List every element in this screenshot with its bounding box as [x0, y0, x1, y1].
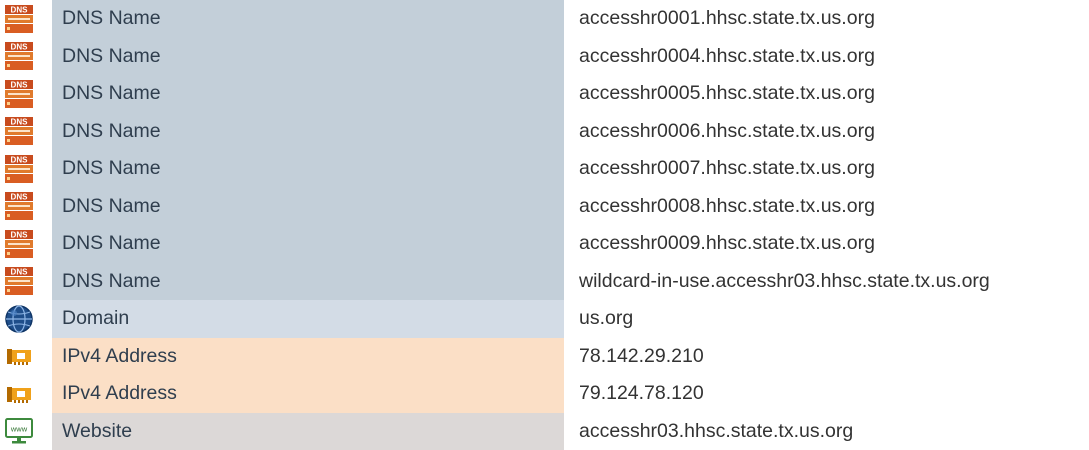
- table-row[interactable]: DNS DNS Name accesshr0005.hhsc.state.tx.…: [0, 75, 1089, 113]
- row-icon-cell: DNS: [0, 187, 52, 225]
- row-icon-cell: DNS: [0, 262, 52, 300]
- row-type: DNS Name: [52, 0, 564, 38]
- row-type: DNS Name: [52, 75, 564, 113]
- row-icon-cell: DNS: [0, 0, 52, 38]
- row-value: accesshr0004.hhsc.state.tx.us.org: [564, 37, 1089, 75]
- svg-text:www: www: [10, 425, 28, 434]
- dns-icon: DNS: [4, 4, 34, 34]
- row-icon-cell: www: [0, 412, 52, 450]
- row-type: DNS Name: [52, 262, 564, 300]
- table-row[interactable]: DNS DNS Name accesshr0004.hhsc.state.tx.…: [0, 37, 1089, 75]
- network-card-icon: [4, 341, 34, 371]
- table-row[interactable]: IPv4 Address 79.124.78.120: [0, 375, 1089, 413]
- table-row[interactable]: DNS DNS Name accesshr0001.hhsc.state.tx.…: [0, 0, 1089, 38]
- row-value: accesshr0007.hhsc.state.tx.us.org: [564, 150, 1089, 188]
- row-type: DNS Name: [52, 225, 564, 263]
- svg-text:DNS: DNS: [11, 118, 29, 127]
- row-value: 79.124.78.120: [564, 375, 1089, 413]
- table-row[interactable]: www Website accesshr03.hhsc.state.tx.us.…: [0, 412, 1089, 450]
- www-icon: www: [4, 416, 34, 446]
- row-type: DNS Name: [52, 112, 564, 150]
- table-row[interactable]: DNS DNS Name accesshr0008.hhsc.state.tx.…: [0, 187, 1089, 225]
- table-row[interactable]: DNS DNS Name accesshr0006.hhsc.state.tx.…: [0, 112, 1089, 150]
- row-value: accesshr0006.hhsc.state.tx.us.org: [564, 112, 1089, 150]
- row-type: DNS Name: [52, 37, 564, 75]
- row-icon-cell: DNS: [0, 37, 52, 75]
- dns-icon: DNS: [4, 191, 34, 221]
- entity-table: DNS DNS Name accesshr0001.hhsc.state.tx.…: [0, 0, 1089, 450]
- svg-text:DNS: DNS: [11, 193, 29, 202]
- row-value: us.org: [564, 300, 1089, 338]
- row-type: DNS Name: [52, 150, 564, 188]
- dns-icon: DNS: [4, 154, 34, 184]
- svg-text:DNS: DNS: [11, 80, 29, 89]
- svg-text:DNS: DNS: [11, 268, 29, 277]
- row-value: accesshr0001.hhsc.state.tx.us.org: [564, 0, 1089, 38]
- row-icon-cell: DNS: [0, 225, 52, 263]
- globe-icon: [4, 304, 34, 334]
- row-value: 78.142.29.210: [564, 337, 1089, 375]
- row-icon-cell: [0, 375, 52, 413]
- dns-icon: DNS: [4, 79, 34, 109]
- row-value: accesshr0005.hhsc.state.tx.us.org: [564, 75, 1089, 113]
- row-icon-cell: [0, 300, 52, 338]
- row-type: Website: [52, 412, 564, 450]
- dns-icon: DNS: [4, 116, 34, 146]
- network-card-icon: [4, 379, 34, 409]
- row-icon-cell: [0, 337, 52, 375]
- row-value: accesshr0009.hhsc.state.tx.us.org: [564, 225, 1089, 263]
- svg-text:DNS: DNS: [11, 43, 29, 52]
- row-icon-cell: DNS: [0, 75, 52, 113]
- row-type: IPv4 Address: [52, 375, 564, 413]
- row-value: accesshr0008.hhsc.state.tx.us.org: [564, 187, 1089, 225]
- row-icon-cell: DNS: [0, 112, 52, 150]
- svg-text:DNS: DNS: [11, 155, 29, 164]
- row-type: IPv4 Address: [52, 337, 564, 375]
- table-row[interactable]: DNS DNS Name wildcard-in-use.accesshr03.…: [0, 262, 1089, 300]
- row-value: wildcard-in-use.accesshr03.hhsc.state.tx…: [564, 262, 1089, 300]
- row-icon-cell: DNS: [0, 150, 52, 188]
- table-row[interactable]: IPv4 Address 78.142.29.210: [0, 337, 1089, 375]
- row-type: DNS Name: [52, 187, 564, 225]
- table-row[interactable]: DNS DNS Name accesshr0007.hhsc.state.tx.…: [0, 150, 1089, 188]
- svg-text:DNS: DNS: [11, 5, 29, 14]
- row-type: Domain: [52, 300, 564, 338]
- table-row[interactable]: DNS DNS Name accesshr0009.hhsc.state.tx.…: [0, 225, 1089, 263]
- table-row[interactable]: Domain us.org: [0, 300, 1089, 338]
- svg-text:DNS: DNS: [11, 230, 29, 239]
- dns-icon: DNS: [4, 41, 34, 71]
- dns-icon: DNS: [4, 266, 34, 296]
- dns-icon: DNS: [4, 229, 34, 259]
- row-value: accesshr03.hhsc.state.tx.us.org: [564, 412, 1089, 450]
